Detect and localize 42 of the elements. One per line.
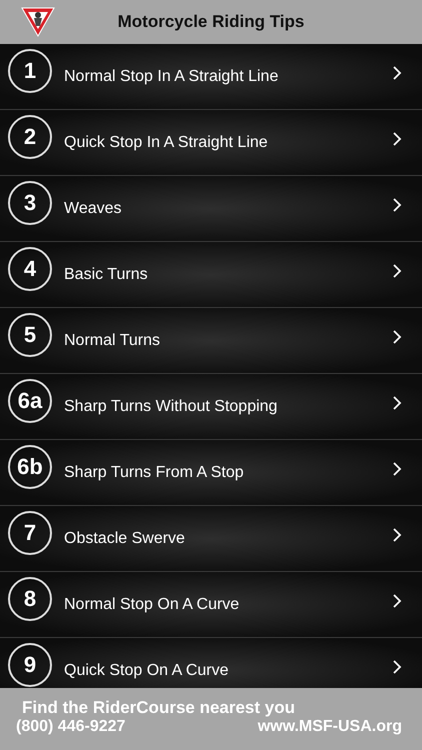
chevron-icon — [392, 328, 402, 344]
tip-row[interactable]: 5 Normal Turns — [0, 308, 422, 374]
tip-title: Quick Stop On A Curve — [64, 662, 230, 680]
number-badge: 8 — [8, 576, 52, 620]
number-badge: 5 — [8, 312, 52, 356]
tip-title: Quick Stop In A Straight Line — [64, 134, 269, 152]
tip-title: Normal Stop On A Curve — [64, 596, 240, 614]
number-badge: 7 — [8, 510, 52, 554]
chevron-icon — [392, 394, 402, 410]
number-badge: 6a — [8, 378, 52, 422]
tip-title: Basic Turns — [64, 266, 149, 284]
number-badge: 6b — [8, 444, 52, 488]
tip-title: Weaves — [64, 200, 123, 218]
tip-row[interactable]: 8 Normal Stop On A Curve — [0, 572, 422, 638]
chevron-icon — [392, 592, 402, 608]
number-badge: 2 — [8, 114, 52, 158]
chevron-icon — [392, 460, 402, 476]
tip-row[interactable]: 2 Quick Stop In A Straight Line — [0, 110, 422, 176]
tip-title: Obstacle Swerve — [64, 530, 186, 548]
number-badge: 3 — [8, 180, 52, 224]
logo-icon — [20, 6, 56, 38]
tip-row[interactable]: 6b Sharp Turns From A Stop — [0, 440, 422, 506]
chevron-icon — [392, 64, 402, 80]
tip-title: Normal Turns — [64, 332, 162, 350]
tip-title: Normal Stop In A Straight Line — [64, 68, 280, 86]
tip-row[interactable]: 7 Obstacle Swerve — [0, 506, 422, 572]
number-badge: 4 — [8, 246, 52, 290]
chevron-icon — [392, 262, 402, 278]
chevron-icon — [392, 526, 402, 542]
chevron-icon — [392, 130, 402, 146]
tip-row[interactable]: 9 Quick Stop On A Curve — [0, 638, 422, 688]
number-badge: 1 — [8, 48, 52, 92]
tip-title: Sharp Turns From A Stop — [64, 464, 245, 482]
tip-row[interactable]: 3 Weaves — [0, 176, 422, 242]
tip-title: Sharp Turns Without Stopping — [64, 398, 278, 416]
chevron-icon — [392, 658, 402, 674]
app-title: Motorcycle Riding Tips — [116, 12, 306, 32]
footer-heading: Find the RiderCourse nearest you — [22, 698, 296, 718]
chevron-icon — [392, 196, 402, 212]
tip-row[interactable]: 4 Basic Turns — [0, 242, 422, 308]
tip-row[interactable]: 1 Normal Stop In A Straight Line — [0, 44, 422, 110]
tip-row[interactable]: 6a Sharp Turns Without Stopping — [0, 374, 422, 440]
